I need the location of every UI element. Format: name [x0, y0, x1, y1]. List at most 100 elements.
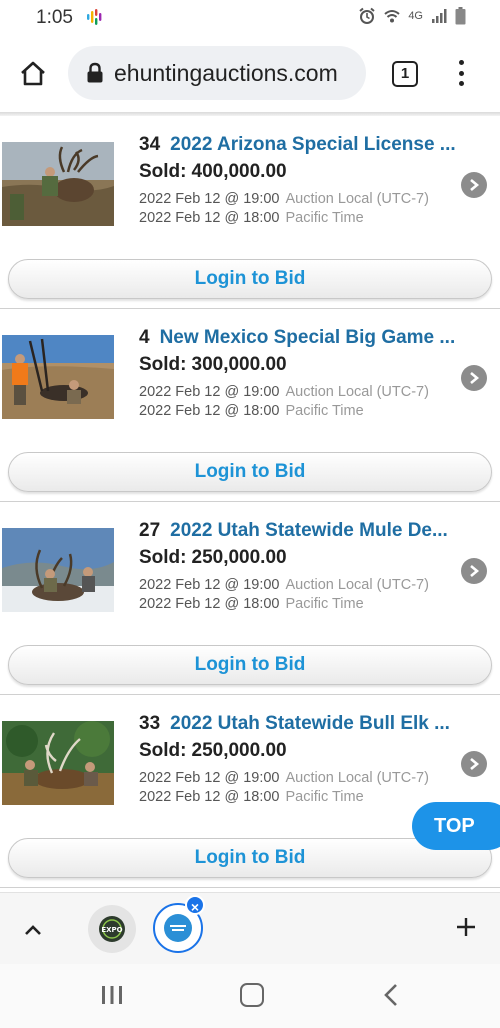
- lot-heading[interactable]: 33 2022 Utah Statewide Bull Elk ...: [139, 713, 459, 735]
- lot-photo[interactable]: [2, 335, 114, 419]
- lot-photo-image: [2, 335, 114, 419]
- battery-icon: [455, 7, 466, 25]
- sold-amount: 300,000.00: [191, 354, 287, 375]
- new-tab-plus-icon[interactable]: [454, 915, 478, 939]
- lot-details-button[interactable]: [461, 558, 487, 584]
- chevron-right-icon: [470, 758, 480, 770]
- url-text: ehuntingauctions.com: [114, 59, 338, 86]
- auction-local-time: 2022 Feb 12 @ 19:00 Auction Local (UTC-7): [139, 770, 429, 786]
- sold-label: Sold:: [139, 547, 187, 568]
- status-bar: 1:05 4G: [0, 0, 500, 34]
- lot-number: 33: [139, 713, 161, 734]
- lot-details-button[interactable]: [461, 751, 487, 777]
- lot-number: 4: [139, 327, 150, 348]
- local-timezone: Auction Local (UTC-7): [285, 191, 429, 207]
- tab-switcher-button[interactable]: 1: [392, 61, 418, 87]
- lot-photo[interactable]: [2, 721, 114, 805]
- local-timezone: Auction Local (UTC-7): [285, 384, 429, 400]
- lot-title[interactable]: 2022 Utah Statewide Bull Elk ...: [170, 713, 450, 734]
- address-bar[interactable]: ehuntingauctions.com: [68, 46, 366, 100]
- pacific-time-value: 2022 Feb 12 @ 18:00: [139, 403, 280, 419]
- pacific-time: 2022 Feb 12 @ 18:00 Pacific Time: [139, 210, 364, 226]
- pacific-time: 2022 Feb 12 @ 18:00 Pacific Time: [139, 596, 364, 612]
- lot-heading[interactable]: 4 New Mexico Special Big Game ...: [139, 327, 459, 349]
- lot-photo-image: [2, 142, 114, 226]
- chevron-up-icon[interactable]: [22, 919, 44, 941]
- sold-label: Sold:: [139, 161, 187, 182]
- list-item: 4 New Mexico Special Big Game ... Sold: 30…: [0, 309, 500, 502]
- lot-photo-image: [2, 528, 114, 612]
- more-menu-button[interactable]: [450, 56, 472, 90]
- home-nav-icon[interactable]: [240, 983, 264, 1007]
- pacific-timezone: Pacific Time: [285, 596, 364, 612]
- back-icon[interactable]: [381, 983, 401, 1007]
- signal-icon: [432, 9, 447, 23]
- sold-amount: 400,000.00: [191, 161, 287, 182]
- browser-toolbar: ehuntingauctions.com 1: [0, 34, 500, 112]
- auction-local-time: 2022 Feb 12 @ 19:00 Auction Local (UTC-7): [139, 577, 429, 593]
- lot-number: 34: [139, 134, 161, 155]
- lot-photo-image: [2, 721, 114, 805]
- network-type: 4G: [408, 10, 423, 22]
- auction-local-time: 2022 Feb 12 @ 19:00 Auction Local (UTC-7): [139, 384, 429, 400]
- lot-details-button[interactable]: [461, 365, 487, 391]
- expo-logo-text: EXPO: [101, 926, 122, 934]
- menu-dot-icon: [458, 81, 464, 86]
- status-time: 1:05: [36, 7, 73, 28]
- expo-logo-icon: EXPO: [99, 916, 125, 942]
- sold-price: Sold: 250,000.00: [139, 547, 287, 569]
- alarm-icon: [359, 7, 375, 24]
- auction-list: 34 2022 Arizona Special License ... Sold:…: [0, 116, 500, 888]
- chevron-right-icon: [470, 565, 480, 577]
- lock-icon: [87, 62, 103, 83]
- chevron-right-icon: [470, 372, 480, 384]
- sold-label: Sold:: [139, 740, 187, 761]
- local-time-value: 2022 Feb 12 @ 19:00: [139, 577, 280, 593]
- tab-thumbnail-expo[interactable]: EXPO: [88, 905, 136, 953]
- pacific-time-value: 2022 Feb 12 @ 18:00: [139, 789, 280, 805]
- pacific-timezone: Pacific Time: [285, 789, 364, 805]
- podcast-app-icon: [87, 9, 102, 25]
- status-icons: 4G: [358, 7, 466, 25]
- sold-price: Sold: 250,000.00: [139, 740, 287, 762]
- bottom-tab-bar: EXPO ×: [0, 892, 500, 964]
- lot-title[interactable]: 2022 Arizona Special License ...: [170, 134, 455, 155]
- lot-number: 27: [139, 520, 161, 541]
- lot-heading[interactable]: 34 2022 Arizona Special License ...: [139, 134, 459, 156]
- pacific-time-value: 2022 Feb 12 @ 18:00: [139, 596, 280, 612]
- pacific-time: 2022 Feb 12 @ 18:00 Pacific Time: [139, 789, 364, 805]
- auction-local-time: 2022 Feb 12 @ 19:00 Auction Local (UTC-7): [139, 191, 429, 207]
- system-nav-bar: [0, 964, 500, 1028]
- lot-title[interactable]: New Mexico Special Big Game ...: [160, 327, 456, 348]
- local-timezone: Auction Local (UTC-7): [285, 577, 429, 593]
- sold-amount: 250,000.00: [191, 547, 287, 568]
- lot-title[interactable]: 2022 Utah Statewide Mule De...: [170, 520, 448, 541]
- list-item: 34 2022 Arizona Special License ... Sold:…: [0, 116, 500, 309]
- chevron-right-icon: [470, 179, 480, 191]
- local-timezone: Auction Local (UTC-7): [285, 770, 429, 786]
- wifi-icon: [384, 10, 400, 23]
- home-button[interactable]: [14, 54, 52, 92]
- close-tab-icon[interactable]: ×: [185, 895, 205, 915]
- home-icon: [21, 61, 45, 86]
- local-time-value: 2022 Feb 12 @ 19:00: [139, 191, 280, 207]
- scroll-to-top-button[interactable]: TOP: [412, 802, 500, 850]
- login-to-bid-button[interactable]: Login to Bid: [8, 645, 492, 685]
- local-time-value: 2022 Feb 12 @ 19:00: [139, 384, 280, 400]
- login-to-bid-button[interactable]: Login to Bid: [8, 259, 492, 299]
- menu-dot-icon: [458, 70, 464, 76]
- lot-photo[interactable]: [2, 142, 114, 226]
- pacific-time: 2022 Feb 12 @ 18:00 Pacific Time: [139, 403, 364, 419]
- menu-dot-icon: [458, 60, 464, 65]
- list-item: 33 2022 Utah Statewide Bull Elk ... Sold:…: [0, 695, 500, 888]
- site-logo-icon: [164, 914, 192, 942]
- sold-amount: 250,000.00: [191, 740, 287, 761]
- recent-apps-icon[interactable]: [100, 984, 124, 1006]
- lot-heading[interactable]: 27 2022 Utah Statewide Mule De...: [139, 520, 459, 542]
- sold-price: Sold: 300,000.00: [139, 354, 287, 376]
- pacific-timezone: Pacific Time: [285, 210, 364, 226]
- lot-details-button[interactable]: [461, 172, 487, 198]
- lot-photo[interactable]: [2, 528, 114, 612]
- sold-price: Sold: 400,000.00: [139, 161, 287, 183]
- login-to-bid-button[interactable]: Login to Bid: [8, 452, 492, 492]
